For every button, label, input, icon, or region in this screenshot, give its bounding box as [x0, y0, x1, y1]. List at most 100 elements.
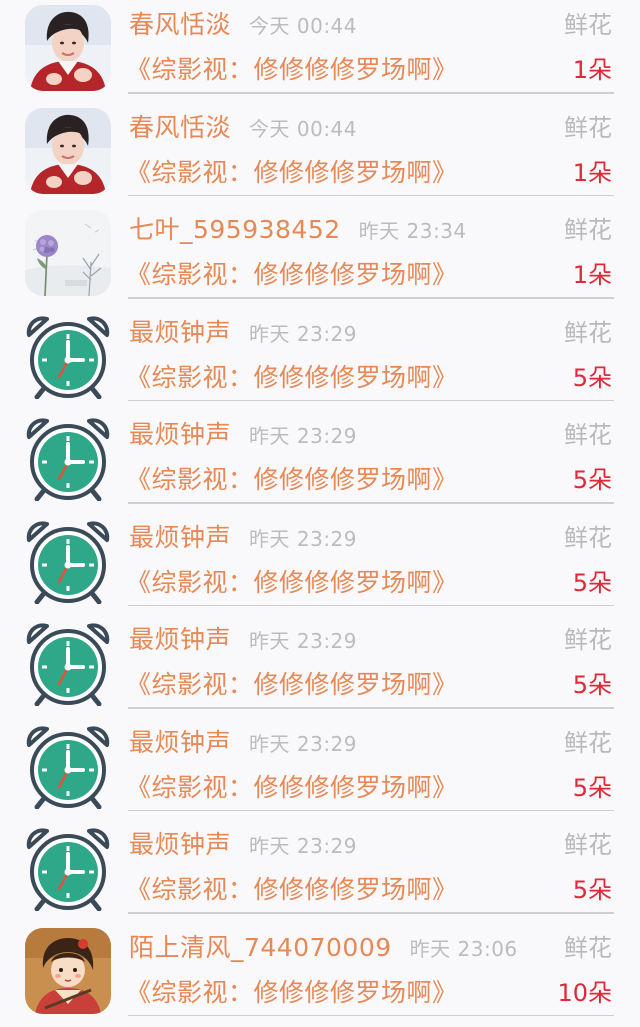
gift-time: 昨天 23:29	[249, 731, 358, 756]
divider	[128, 604, 614, 606]
gift-count: 5朵	[572, 466, 612, 494]
divider	[128, 1014, 614, 1016]
gift-count: 1朵	[572, 56, 612, 84]
gift-time: 昨天 23:34	[358, 219, 467, 243]
divider	[128, 707, 614, 709]
divider	[128, 297, 614, 299]
book-title-link[interactable]: 《综影视：修修修修罗场啊》	[126, 872, 458, 908]
book-title-link[interactable]: 《综影视：修修修修罗场啊》	[126, 667, 458, 703]
book-title-link[interactable]: 《综影视：修修修修罗场啊》	[126, 462, 458, 498]
gift-type: 鲜花	[564, 523, 612, 552]
sender-name[interactable]: 最烦钟声 昨天 23:29	[129, 726, 357, 761]
sender-name[interactable]: 最烦钟声 昨天 23:29	[129, 316, 357, 351]
gift-list-item[interactable]: 最烦钟声 昨天 23:29 鲜花 《综影视：修修修修罗场啊》 5朵	[0, 718, 640, 821]
gift-list-item[interactable]: 最烦钟声 昨天 23:29 鲜花《综影视：修修修修罗场啊》 5朵	[0, 410, 640, 513]
sender-name-text[interactable]: 最烦钟声	[129, 523, 231, 552]
book-title-link[interactable]: 《综影视：修修修修罗场啊》	[126, 52, 458, 88]
gift-type: 鲜花	[564, 318, 612, 347]
gift-type: 鲜花	[564, 216, 612, 244]
gift-count: 5朵	[572, 363, 612, 392]
divider	[128, 194, 614, 196]
gift-list-item[interactable]: 最烦钟声 昨天 23:29 鲜花《综影视：修修修修罗场啊》 5朵	[0, 308, 640, 411]
book-title-link[interactable]: 《综影视：修修修修罗场啊》	[126, 565, 458, 601]
gift-type: 鲜花	[564, 933, 612, 962]
divider	[128, 912, 614, 914]
gift-type: 鲜花	[564, 11, 612, 39]
sender-name[interactable]: 最烦钟声 昨天 23:29	[129, 418, 357, 453]
gift-count: 5朵	[572, 773, 612, 802]
book-title-link[interactable]: 《综影视：修修修修罗场啊》	[126, 360, 458, 396]
avatar-photo-portrait-red-image[interactable]	[25, 5, 111, 91]
gift-count: 1朵	[572, 261, 612, 289]
gift-time: 昨天 23:29	[249, 834, 358, 858]
divider	[128, 809, 614, 811]
photo-portrait-red-picture	[25, 107, 111, 194]
avatar-alarm-clock-icon[interactable]	[25, 313, 111, 399]
gift-type: 鲜花	[564, 421, 612, 449]
alarm-clock-icon	[26, 520, 110, 604]
sender-name[interactable]: 最烦钟声 昨天 23:29	[129, 521, 357, 556]
photo-portrait-red-picture	[25, 5, 111, 91]
sender-name[interactable]: 最烦钟声 昨天 23:29	[129, 623, 357, 658]
gift-list-item[interactable]: 陌上清风_744070009 昨天 23:06 鲜花《综影视：修修修修罗场啊》 10朵	[0, 923, 640, 1026]
gift-type: 鲜花	[564, 831, 612, 859]
avatar-alarm-clock-icon[interactable]	[25, 518, 111, 604]
sender-name[interactable]: 七叶_595938452 昨天 23:34	[129, 213, 467, 248]
avatar-photo-portrait-red-image[interactable]	[25, 107, 111, 194]
sender-name[interactable]: 春风恬淡 今天 00:44	[129, 111, 357, 146]
avatar-alarm-clock-icon[interactable]	[25, 415, 111, 501]
alarm-clock-icon	[26, 315, 110, 399]
gift-count: 5朵	[572, 876, 612, 904]
gift-list-item[interactable]: 最烦钟声 昨天 23:29 鲜花《综影视：修修修修罗场啊》 5朵	[0, 513, 640, 616]
alarm-clock-icon	[26, 623, 110, 706]
gift-list: 春风恬淡 今天 00:44 鲜花 《综影视：修修修修罗场啊》 1朵 春风恬淡 今天 00:…	[0, 0, 640, 1025]
avatar-alarm-clock-icon[interactable]	[25, 825, 111, 911]
alarm-clock-icon	[26, 725, 110, 809]
sender-name-text[interactable]: 最烦钟声	[129, 728, 231, 757]
book-title-link[interactable]: 《综影视：修修修修罗场啊》	[126, 155, 458, 191]
gift-count: 5朵	[572, 568, 612, 597]
gift-list-item[interactable]: 最烦钟声 昨天 23:29 鲜花《综影视：修修修修罗场啊》 5朵	[0, 615, 640, 718]
sender-name-text[interactable]: 陌上清风_744070009	[129, 933, 392, 962]
avatar-alarm-clock-icon[interactable]	[25, 620, 111, 706]
gift-time: 昨天 23:06	[409, 936, 518, 961]
gift-time: 昨天 23:29	[249, 526, 358, 551]
sender-name[interactable]: 陌上清风_744070009 昨天 23:06	[129, 931, 518, 966]
sender-name-text[interactable]: 春风恬淡	[129, 10, 231, 39]
sender-name-text[interactable]: 七叶_595938452	[129, 215, 341, 244]
gift-time: 昨天 23:29	[249, 321, 358, 346]
gift-count: 10朵	[557, 978, 612, 1007]
gift-count: 5朵	[572, 671, 612, 699]
gift-list-item[interactable]: 春风恬淡 今天 00:44 鲜花《综影视：修修修修罗场啊》 1朵	[0, 0, 640, 103]
sender-name-text[interactable]: 春风恬淡	[129, 113, 231, 142]
divider	[128, 399, 614, 401]
alarm-clock-icon	[26, 418, 110, 501]
gift-time: 昨天 23:29	[249, 629, 358, 653]
book-title-link[interactable]: 《综影视：修修修修罗场啊》	[126, 257, 458, 293]
gift-list-item[interactable]: 最烦钟声 昨天 23:29 鲜花《综影视：修修修修罗场啊》 5朵	[0, 820, 640, 923]
divider	[128, 92, 614, 94]
divider	[128, 502, 614, 504]
avatar-flower-winter-scene-image[interactable]	[25, 210, 111, 296]
sender-name[interactable]: 最烦钟声 昨天 23:29	[129, 828, 357, 863]
gift-time: 今天 00:44	[249, 116, 358, 141]
sender-name-text[interactable]: 最烦钟声	[129, 830, 231, 859]
flower-winter-scene-picture	[25, 210, 111, 296]
gift-count: 1朵	[572, 158, 612, 187]
book-title-link[interactable]: 《综影视：修修修修罗场啊》	[126, 975, 458, 1011]
sender-name-text[interactable]: 最烦钟声	[129, 625, 231, 654]
sender-name-text[interactable]: 最烦钟声	[129, 318, 231, 347]
gift-type: 鲜花	[564, 113, 612, 142]
avatar-alarm-clock-icon[interactable]	[25, 723, 111, 809]
alarm-clock-icon	[26, 828, 110, 911]
sender-name[interactable]: 春风恬淡 今天 00:44	[129, 8, 357, 43]
gift-list-item[interactable]: 七叶_595938452 昨天 23:34 鲜花《综影视：修修修修罗场啊》 1朵	[0, 205, 640, 308]
book-title-link[interactable]: 《综影视：修修修修罗场啊》	[126, 770, 458, 806]
gift-list-item[interactable]: 春风恬淡 今天 00:44 鲜花《综影视：修修修修罗场啊》 1朵	[0, 103, 640, 206]
illustrated-girl-picture	[25, 927, 111, 1014]
gift-time: 昨天 23:29	[249, 424, 358, 448]
gift-time: 今天 00:44	[249, 14, 358, 38]
gift-type: 鲜花	[564, 626, 612, 654]
sender-name-text[interactable]: 最烦钟声	[129, 420, 231, 449]
avatar-illustrated-girl-image[interactable]	[25, 927, 111, 1014]
